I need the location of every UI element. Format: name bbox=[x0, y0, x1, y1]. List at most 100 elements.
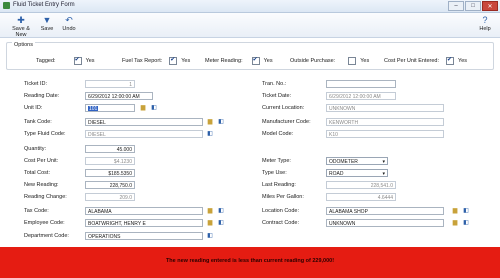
contract-code-field[interactable]: UNKNOWN bbox=[326, 219, 444, 227]
location-code-field[interactable]: ALABAMA SHOP bbox=[326, 207, 444, 215]
cost-per-unit-entered-yes-label: Yes bbox=[458, 58, 468, 64]
employee-code-label: Employee Code: bbox=[24, 220, 65, 226]
reading-date-label: Reading Date: bbox=[24, 93, 60, 99]
option-tagged: Tagged: Yes bbox=[36, 56, 95, 65]
unit-id-label: Unit ID: bbox=[24, 105, 43, 111]
employee-code-field[interactable]: BOATWRIGHT, HENRY E bbox=[85, 219, 203, 227]
tax-code-label: Tax Code: bbox=[24, 208, 49, 214]
tran-no-field[interactable] bbox=[326, 80, 396, 88]
folder-icon[interactable]: ▆ bbox=[206, 219, 214, 227]
department-code-label: Department Code: bbox=[24, 233, 69, 239]
manufacturer-code-label: Manufacturer Code: bbox=[262, 119, 311, 125]
type-fluid-code-label: Type Fluid Code: bbox=[24, 131, 66, 137]
outside-purchase-yes-label: Yes bbox=[360, 58, 370, 64]
close-button[interactable]: ✕ bbox=[482, 1, 498, 11]
save-and-new-button[interactable]: ✚ Save & New bbox=[6, 15, 36, 38]
total-cost-label: Total Cost: bbox=[24, 170, 50, 176]
details-icon[interactable]: ◧ bbox=[462, 219, 470, 227]
model-code-label: Model Code: bbox=[262, 131, 294, 137]
save-button[interactable]: ▼ Save bbox=[38, 15, 56, 32]
ticket-date-label: Ticket Date: bbox=[262, 93, 292, 99]
meter-type-dropdown[interactable]: ODOMETER ▾ bbox=[326, 157, 388, 165]
minimize-button[interactable]: – bbox=[448, 1, 464, 11]
tax-code-field[interactable]: ALABAMA bbox=[85, 207, 203, 215]
help-label: Help bbox=[479, 26, 491, 32]
details-icon[interactable]: ◧ bbox=[206, 130, 214, 138]
chevron-down-icon: ▾ bbox=[382, 159, 385, 165]
outside-purchase-label: Outside Purchase: bbox=[290, 58, 336, 64]
last-reading-field: 228,541.0 bbox=[326, 181, 396, 189]
current-location-label: Current Location: bbox=[262, 105, 305, 111]
quantity-field[interactable]: 45.000 bbox=[85, 145, 135, 153]
error-banner: The new reading entered is less than cur… bbox=[0, 247, 500, 278]
type-use-dropdown[interactable]: ROAD ▾ bbox=[326, 169, 388, 177]
folder-icon[interactable]: ▆ bbox=[139, 104, 147, 112]
cost-per-unit-entered-label: Cost Per Unit Entered: bbox=[384, 58, 440, 64]
tank-code-label: Tank Code: bbox=[24, 119, 52, 125]
miles-per-gallon-field: 4.6444 bbox=[326, 193, 396, 201]
meter-reading-yes-label: Yes bbox=[263, 58, 273, 64]
new-reading-label: New Reading: bbox=[24, 182, 59, 188]
tran-no-label: Tran. No.: bbox=[262, 81, 287, 87]
help-button[interactable]: ? Help bbox=[477, 15, 493, 32]
details-icon[interactable]: ◧ bbox=[217, 207, 225, 215]
reading-change-label: Reading Change: bbox=[24, 194, 67, 200]
model-code-field: K10 bbox=[326, 130, 444, 138]
details-icon[interactable]: ◧ bbox=[217, 219, 225, 227]
details-icon[interactable]: ◧ bbox=[217, 118, 225, 126]
fuel-tax-label: Fuel Tax Report: bbox=[122, 58, 163, 64]
option-outside-purchase: Outside Purchase: Yes bbox=[290, 57, 369, 65]
details-icon[interactable]: ◧ bbox=[150, 104, 158, 112]
save-icon: ▼ bbox=[42, 15, 52, 25]
type-fluid-code-field: DIESEL bbox=[85, 130, 203, 138]
fuel-tax-yes-label: Yes bbox=[181, 58, 191, 64]
total-cost-field[interactable]: $185.5350 bbox=[85, 169, 135, 177]
undo-icon: ↶ bbox=[65, 15, 73, 25]
maximize-button[interactable]: □ bbox=[465, 1, 481, 11]
options-group-label: Options bbox=[12, 42, 35, 48]
toolbar: ✚ Save & New ▼ Save ↶ Undo ? Help bbox=[0, 13, 500, 38]
tagged-checkbox[interactable] bbox=[73, 56, 82, 65]
save-label: Save bbox=[40, 26, 54, 32]
new-reading-field[interactable]: 228,750.0 bbox=[85, 181, 135, 189]
meter-type-value: ODOMETER bbox=[329, 159, 358, 165]
reading-date-field[interactable]: 6/29/2012 12:00:00 AM bbox=[85, 92, 153, 100]
location-code-label: Location Code: bbox=[262, 208, 299, 214]
miles-per-gallon-label: Miles Per Gallon: bbox=[262, 194, 304, 200]
type-use-value: ROAD bbox=[329, 171, 344, 177]
folder-icon[interactable]: ▆ bbox=[206, 207, 214, 215]
unit-id-field[interactable]: 101 bbox=[85, 104, 135, 112]
save-new-icon: ✚ bbox=[17, 15, 25, 25]
cost-per-unit-entered-checkbox[interactable] bbox=[446, 56, 455, 65]
option-meter-reading: Meter Reading: Yes bbox=[205, 56, 273, 65]
folder-icon[interactable]: ▆ bbox=[451, 207, 459, 215]
department-code-field[interactable]: OPERATIONS bbox=[85, 232, 203, 240]
meter-reading-checkbox[interactable] bbox=[251, 56, 260, 65]
help-icon: ? bbox=[482, 15, 488, 25]
meter-type-label: Meter Type: bbox=[262, 158, 291, 164]
tank-code-field[interactable]: DIESEL bbox=[85, 118, 203, 126]
cost-per-unit-field: $4.1230 bbox=[85, 157, 135, 165]
option-fuel-tax: Fuel Tax Report: Yes bbox=[122, 56, 191, 65]
meter-reading-label: Meter Reading: bbox=[205, 58, 243, 64]
app-icon bbox=[3, 2, 10, 9]
unit-id-selected-text: 101 bbox=[88, 106, 99, 112]
chevron-down-icon: ▾ bbox=[382, 171, 385, 177]
details-icon[interactable]: ◧ bbox=[462, 207, 470, 215]
fuel-tax-checkbox[interactable] bbox=[169, 56, 178, 65]
folder-icon[interactable]: ▆ bbox=[451, 219, 459, 227]
outside-purchase-checkbox[interactable] bbox=[348, 57, 357, 65]
ticket-id-label: Ticket ID: bbox=[24, 81, 48, 87]
ticket-id-field: 1 bbox=[85, 80, 135, 88]
option-cost-per-unit: Cost Per Unit Entered: Yes bbox=[384, 56, 468, 65]
folder-icon[interactable]: ▆ bbox=[206, 118, 214, 126]
manufacturer-code-field: KENWORTH bbox=[326, 118, 444, 126]
tagged-label: Tagged: bbox=[36, 58, 56, 64]
contract-code-label: Contract Code: bbox=[262, 220, 299, 226]
details-icon[interactable]: ◧ bbox=[206, 232, 214, 240]
type-use-label: Type Use: bbox=[262, 170, 287, 176]
undo-button[interactable]: ↶ Undo bbox=[60, 15, 78, 32]
title-bar: Fluid Ticket Entry Form – □ ✕ bbox=[0, 0, 500, 13]
last-reading-label: Last Reading: bbox=[262, 182, 296, 188]
cost-per-unit-label: Cost Per Unit: bbox=[24, 158, 59, 164]
